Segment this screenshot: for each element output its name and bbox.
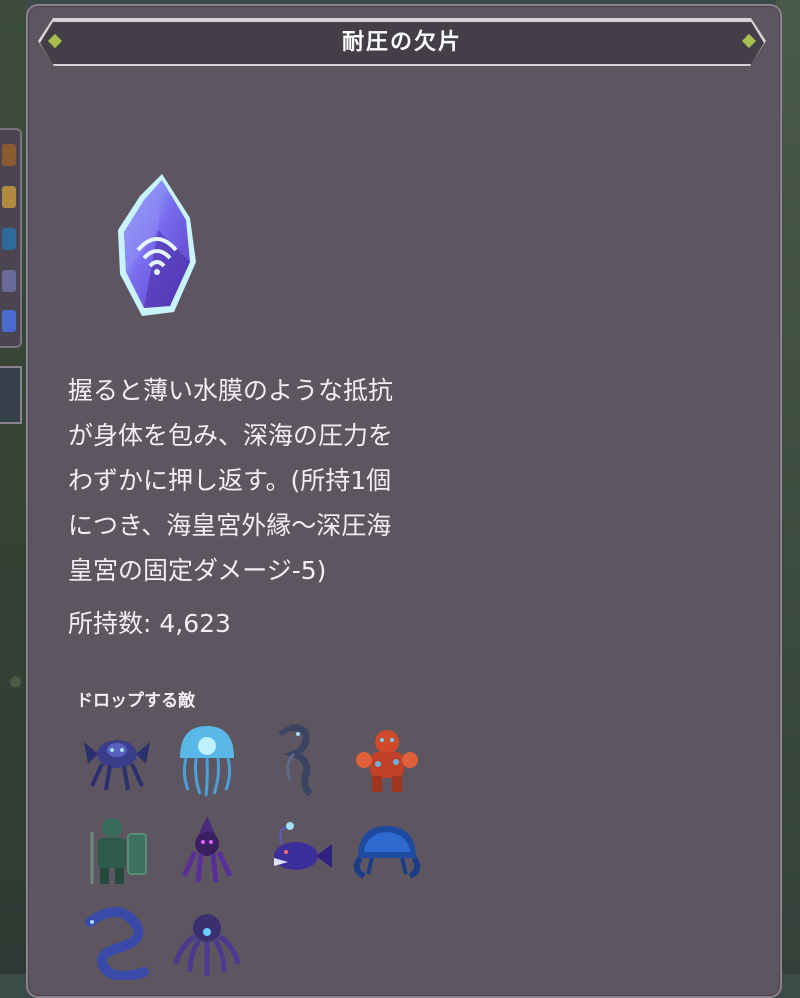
shadow-squid-mage-enemy-icon[interactable] xyxy=(168,812,246,890)
pressure-shard-crystal-icon xyxy=(118,174,196,316)
side-item-icon[interactable] xyxy=(2,270,16,292)
item-detail-panel: 耐圧の欠片 握ると薄い水膜のような抵抗 が身体を包み、深海の圧力を わずかに押し… xyxy=(26,4,782,998)
glowing-jellyfish-enemy-icon[interactable] xyxy=(168,720,246,798)
abyssal-octopus-enemy-icon[interactable] xyxy=(168,902,246,980)
drop-enemies-heading: ドロップする敵 xyxy=(76,691,195,711)
abyssal-crab-enemy-icon[interactable] xyxy=(78,720,156,798)
item-name-title: 耐圧の欠片 xyxy=(341,30,462,55)
blue-giant-crab-enemy-icon[interactable] xyxy=(348,812,426,890)
owned-count-label: 所持数: xyxy=(68,609,152,638)
side-item-icon[interactable] xyxy=(2,186,16,208)
item-description: 握ると薄い水膜のような抵抗 が身体を包み、深海の圧力を わずかに押し返す。(所持… xyxy=(68,376,394,585)
inventory-side-strip xyxy=(0,128,22,348)
red-coral-golem-enemy-icon[interactable] xyxy=(348,720,426,798)
side-selected-slot[interactable] xyxy=(0,366,22,424)
side-item-icon[interactable] xyxy=(2,144,16,166)
side-item-icon[interactable] xyxy=(2,310,16,332)
deep-sea-eel-enemy-icon[interactable] xyxy=(78,902,156,980)
title-bar: 耐圧の欠片 xyxy=(40,20,764,66)
side-item-icon[interactable] xyxy=(2,228,16,250)
armored-fishman-knight-enemy-icon[interactable] xyxy=(78,812,156,890)
anglerfish-enemy-icon[interactable] xyxy=(260,812,338,890)
dark-seahorse-enemy-icon[interactable] xyxy=(260,720,338,798)
owned-count: 所持数: 4,623 xyxy=(68,604,231,640)
owned-count-value: 4,623 xyxy=(159,609,231,638)
